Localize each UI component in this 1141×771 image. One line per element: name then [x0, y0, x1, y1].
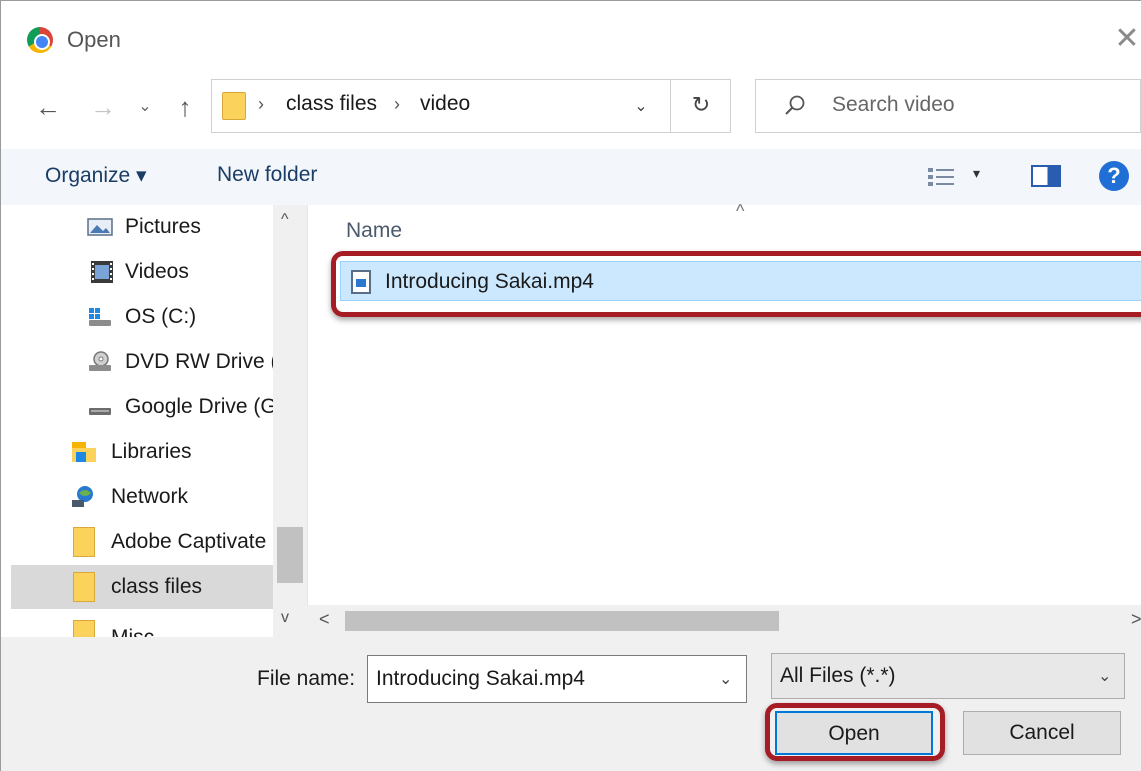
back-button[interactable]: ←	[29, 87, 67, 127]
folder-icon	[222, 92, 246, 120]
navigation-pane: Pictures Videos OS (C:) DVD RW Drive (G…	[1, 205, 307, 637]
nav-label: Network	[111, 485, 189, 508]
folder-icon	[73, 572, 95, 602]
file-type-select[interactable]: All Files (*.*) ⌄	[771, 653, 1125, 699]
search-input[interactable]: Search video	[755, 79, 1141, 133]
forward-button[interactable]: →	[85, 87, 121, 127]
recent-locations-button[interactable]: ⌄	[133, 87, 157, 127]
refresh-button[interactable]: ↻	[686, 90, 716, 120]
pictures-icon	[87, 218, 113, 236]
file-name-label: File name:	[257, 667, 356, 690]
title-bar: Open ✕	[1, 1, 1141, 75]
sort-indicator-icon: ^	[736, 201, 745, 221]
dialog-title: Open	[67, 27, 121, 52]
nav-item-google-drive[interactable]: Google Drive (G	[11, 385, 277, 429]
address-bar[interactable]: › class files › video ⌄ ↻	[211, 79, 731, 133]
nav-label: Libraries	[111, 440, 192, 463]
drive-icon	[89, 308, 111, 326]
chevron-down-icon: ⌄	[1098, 668, 1112, 685]
drive-icon	[89, 408, 111, 415]
file-name-panel: File name: ⌄ All Files (*.*) ⌄ Open Canc…	[1, 637, 1141, 771]
chrome-icon	[27, 27, 53, 53]
breadcrumb-separator[interactable]: ›	[394, 94, 400, 115]
preview-pane-icon[interactable]	[1031, 165, 1061, 187]
dvd-drive-icon	[89, 351, 111, 371]
nav-label: class files	[111, 575, 203, 598]
search-placeholder: Search video	[832, 93, 955, 116]
scroll-up-button[interactable]: ^	[281, 211, 289, 229]
folder-icon	[73, 527, 95, 557]
nav-pane-scrollbar[interactable]: ^ v	[273, 205, 307, 637]
folder-icon	[73, 620, 95, 637]
cancel-button[interactable]: Cancel	[963, 711, 1121, 755]
video-file-icon	[351, 270, 371, 294]
help-icon[interactable]: ?	[1099, 161, 1129, 191]
nav-label: DVD RW Drive (	[125, 350, 278, 373]
network-icon	[72, 486, 93, 507]
nav-item-class-files[interactable]: class files	[11, 565, 273, 609]
nav-label: Pictures	[125, 215, 201, 238]
nav-label: Misc	[111, 626, 154, 637]
address-divider	[670, 80, 671, 132]
scroll-left-button[interactable]: <	[319, 609, 330, 630]
breadcrumb-video[interactable]: video	[420, 92, 470, 116]
nav-item-libraries[interactable]: Libraries	[11, 430, 273, 474]
nav-item-pictures[interactable]: Pictures	[11, 205, 273, 249]
breadcrumb-class-files[interactable]: class files	[286, 92, 377, 116]
close-button[interactable]: ✕	[1107, 19, 1141, 59]
address-dropdown-button[interactable]: ⌄	[628, 94, 654, 120]
nav-item-misc[interactable]: Misc	[11, 610, 273, 637]
scroll-right-button[interactable]: >	[1131, 609, 1141, 630]
file-list: ^ Name Introducing Sakai.mp4	[307, 201, 1141, 605]
nav-item-videos[interactable]: Videos	[11, 250, 273, 294]
view-options-icon[interactable]	[927, 167, 955, 187]
nav-item-os-c[interactable]: OS (C:)	[11, 295, 273, 339]
scroll-down-button[interactable]: v	[281, 609, 289, 627]
file-name-dropdown-button[interactable]: ⌄	[719, 669, 732, 689]
new-folder-button[interactable]: New folder	[217, 163, 317, 187]
scrollbar-thumb[interactable]	[345, 611, 779, 631]
scrollbar-thumb[interactable]	[277, 527, 303, 583]
search-icon	[785, 95, 805, 115]
nav-item-adobe-captivate[interactable]: Adobe Captivate	[11, 520, 273, 564]
file-list-horizontal-scrollbar[interactable]: < >	[307, 605, 1141, 637]
nav-label: OS (C:)	[125, 305, 197, 328]
open-file-dialog: Open ✕ ← → ⌄ ↑ › class files › video ⌄ ↻…	[0, 0, 1141, 771]
view-dropdown-button[interactable]: ▾	[973, 165, 980, 182]
nav-item-network[interactable]: Network	[11, 475, 273, 519]
up-button[interactable]: ↑	[169, 87, 201, 127]
file-name: Introducing Sakai.mp4	[385, 270, 594, 293]
file-type-value: All Files (*.*)	[780, 664, 896, 687]
nav-item-dvd-rw-drive[interactable]: DVD RW Drive (	[11, 340, 277, 384]
nav-label: Google Drive (G	[125, 395, 277, 418]
breadcrumb-separator[interactable]: ›	[258, 94, 264, 115]
file-row-introducing-sakai[interactable]: Introducing Sakai.mp4	[340, 261, 1141, 301]
nav-label: Videos	[125, 260, 189, 283]
command-toolbar: Organize ▾ New folder ▾ ?	[1, 149, 1141, 205]
nav-label: Adobe Captivate	[111, 530, 267, 553]
libraries-icon	[72, 442, 96, 462]
column-header-name[interactable]: Name	[346, 219, 402, 243]
organize-button[interactable]: Organize ▾	[45, 163, 147, 188]
file-name-field[interactable]	[367, 655, 747, 703]
open-button[interactable]: Open	[775, 711, 933, 755]
videos-icon	[91, 261, 113, 283]
